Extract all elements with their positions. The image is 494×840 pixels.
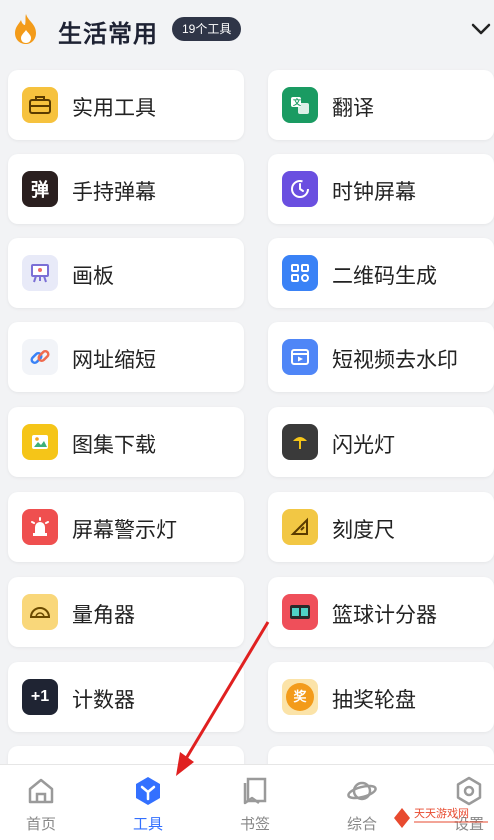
tab-bookmarks[interactable]: 书签 xyxy=(215,765,295,840)
easel-icon xyxy=(22,255,58,291)
danmaku-icon: 弹 xyxy=(22,171,58,207)
danmaku-glyph: 弹 xyxy=(31,180,49,200)
tool-card-qr-generator[interactable]: 二维码生成 xyxy=(268,238,494,308)
planet-icon xyxy=(347,781,377,801)
tool-label: 时钟屏幕 xyxy=(332,181,416,204)
tool-label: 短视频去水印 xyxy=(332,349,458,372)
tool-card-basketball-scorer[interactable]: 篮球计分器 xyxy=(268,577,494,647)
tool-label: 篮球计分器 xyxy=(332,604,437,627)
tool-card-ruler[interactable]: 刻度尺 xyxy=(268,492,494,562)
tool-card-url-shortener[interactable]: 网址缩短 xyxy=(8,322,244,392)
flashlight-icon xyxy=(282,424,318,460)
chevron-down-icon[interactable] xyxy=(470,18,492,40)
counter-icon: +1 xyxy=(22,679,58,715)
translate-icon: 文 xyxy=(282,87,318,123)
watermark-text: 天天游戏网 xyxy=(414,807,469,820)
section-header[interactable]: 生活常用 19个工具 xyxy=(0,0,494,58)
tool-label: 翻译 xyxy=(332,97,374,120)
tool-label: 手持弹幕 xyxy=(72,181,156,204)
counter-glyph: +1 xyxy=(30,688,50,705)
section-title: 生活常用 xyxy=(58,21,158,48)
tool-label: 实用工具 xyxy=(72,97,156,120)
flame-icon xyxy=(15,14,36,44)
tab-label: 首页 xyxy=(25,816,56,833)
clock-icon xyxy=(282,171,318,207)
toolbox-icon xyxy=(22,87,58,123)
lottery-icon: 奖 xyxy=(282,679,318,715)
tools-icon xyxy=(136,777,160,805)
tool-card-counter[interactable]: +1 计数器 xyxy=(8,662,244,732)
tool-label: 闪光灯 xyxy=(332,434,395,457)
tool-label: 量角器 xyxy=(72,604,135,627)
tool-card-protractor[interactable]: 量角器 xyxy=(8,577,244,647)
tool-card-handheld-danmaku[interactable]: 弹 手持弹幕 xyxy=(8,154,244,224)
tool-card-clock-screen[interactable]: 时钟屏幕 xyxy=(268,154,494,224)
tool-card-drawing-board[interactable]: 画板 xyxy=(8,238,244,308)
tool-card-gallery-download[interactable]: 图集下载 xyxy=(8,407,244,477)
tool-label: 计数器 xyxy=(72,689,135,712)
tool-label: 网址缩短 xyxy=(72,349,156,372)
tab-general[interactable]: 综合 xyxy=(322,765,402,840)
video-icon xyxy=(282,339,318,375)
svg-text:文: 文 xyxy=(293,97,302,107)
tool-card-flashlight[interactable]: 闪光灯 xyxy=(268,407,494,477)
home-icon xyxy=(28,778,54,804)
tool-card-watermark-remover[interactable]: 短视频去水印 xyxy=(268,322,494,392)
tool-label: 刻度尺 xyxy=(332,519,395,542)
tool-count-badge: 19个工具 xyxy=(172,17,242,41)
gallery-icon xyxy=(22,424,58,460)
tool-card-lottery-wheel[interactable]: 奖 抽奖轮盘 xyxy=(268,662,494,732)
alarm-light-icon xyxy=(22,509,58,545)
tool-card-screen-alarm-light[interactable]: 屏幕警示灯 xyxy=(8,492,244,562)
watermark-logo: 天天游戏网 xyxy=(394,807,488,828)
protractor-icon xyxy=(22,594,58,630)
bookmark-icon xyxy=(243,777,267,805)
qr-code-icon xyxy=(282,255,318,291)
tool-label: 图集下载 xyxy=(72,434,156,457)
tab-label: 工具 xyxy=(132,816,163,833)
tab-label: 书签 xyxy=(239,816,270,833)
tab-label: 综合 xyxy=(346,816,377,833)
tool-label: 二维码生成 xyxy=(332,265,437,288)
link-icon xyxy=(22,339,58,375)
tool-card-translate[interactable]: 文 翻译 xyxy=(268,70,494,140)
tool-label: 抽奖轮盘 xyxy=(332,689,416,712)
tool-label: 画板 xyxy=(72,265,114,288)
scoreboard-icon xyxy=(282,594,318,630)
tab-tools[interactable]: 工具 xyxy=(108,765,188,840)
tool-card-practical-tools[interactable]: 实用工具 xyxy=(8,70,244,140)
ruler-icon xyxy=(282,509,318,545)
tool-label: 屏幕警示灯 xyxy=(72,519,177,542)
lottery-glyph: 奖 xyxy=(286,683,314,711)
tab-home[interactable]: 首页 xyxy=(1,765,81,840)
